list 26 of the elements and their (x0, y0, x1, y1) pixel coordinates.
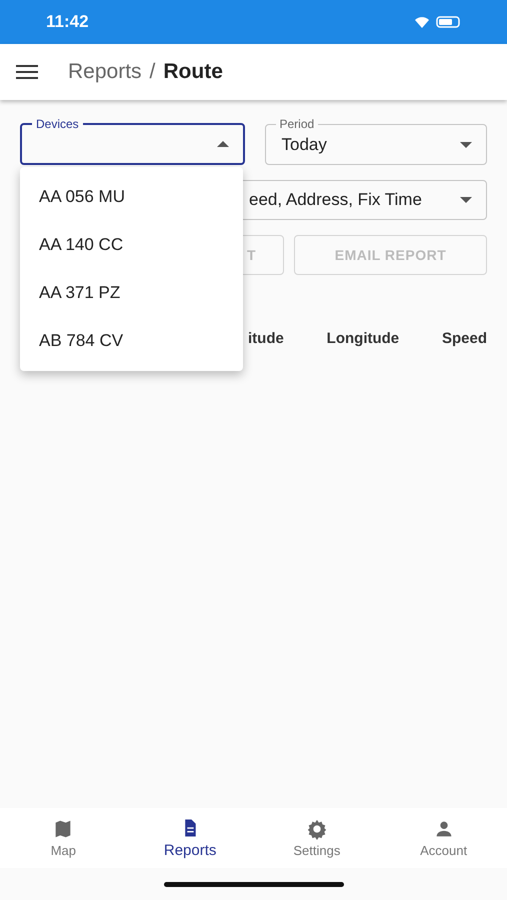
caret-icon (460, 197, 472, 203)
period-select[interactable]: Period Today (264, 117, 487, 165)
status-time: 11:42 (46, 12, 89, 32)
field-label: Period (278, 117, 316, 131)
caret-icon (216, 141, 228, 147)
nav-tab[interactable]: Account (380, 808, 507, 868)
field-label: Devices (35, 117, 80, 131)
menu-icon[interactable] (16, 64, 38, 80)
menu-item[interactable]: AA 140 CC (20, 221, 243, 269)
column-header: Speed (442, 330, 487, 347)
nav-tab[interactable]: Map (0, 808, 127, 868)
settings-icon (306, 818, 328, 840)
breadcrumb-link[interactable]: Reports (68, 60, 142, 84)
field-value: eed, Address, Fix Time (249, 190, 422, 210)
nav-tab[interactable]: Reports (126, 808, 254, 868)
column-header: Longitude (326, 330, 400, 347)
status-icons (413, 15, 463, 29)
field-value: Today (282, 134, 327, 154)
caret-icon (460, 142, 472, 148)
devices-select[interactable]: Devices (20, 117, 244, 165)
menu-item[interactable]: AB 784 CV (20, 317, 243, 365)
menu-item[interactable]: AA 371 PZ (20, 269, 243, 317)
breadcrumb-separator: / (150, 60, 156, 84)
nav-tab[interactable]: Settings (254, 808, 380, 868)
column-header: itude (248, 330, 284, 347)
page-title: Route (163, 60, 223, 84)
